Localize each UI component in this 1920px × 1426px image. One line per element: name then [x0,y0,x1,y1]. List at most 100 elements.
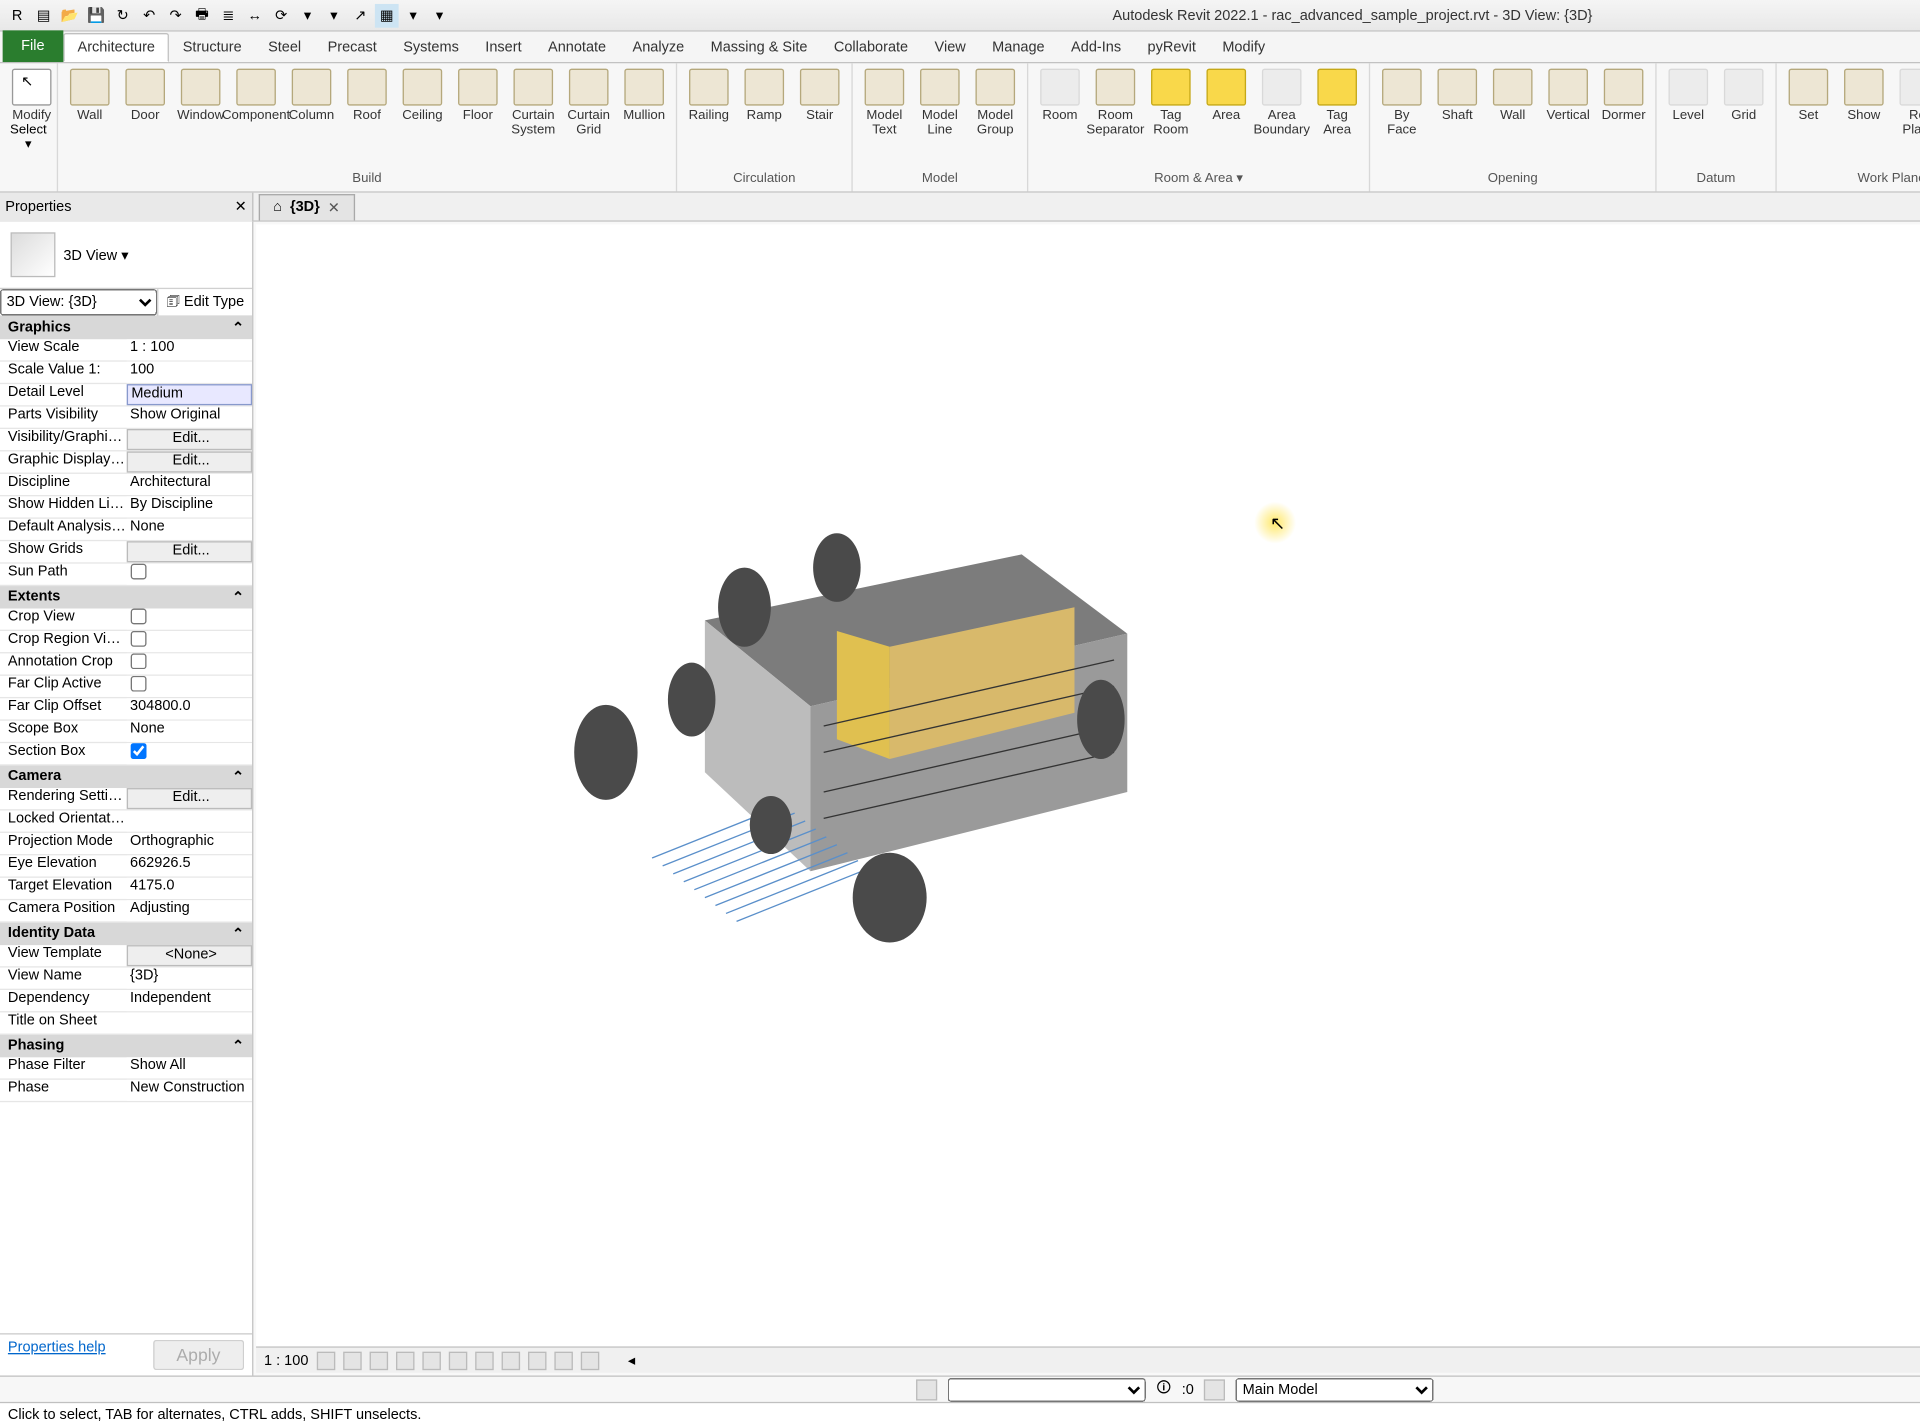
prop-section-graphics[interactable]: Graphics⌃ [0,317,252,339]
ribbon-ceiling[interactable]: Ceiling [396,66,449,170]
prop-section-extents[interactable]: Extents⌃ [0,586,252,608]
prop-row[interactable]: Sun Path [0,564,252,586]
vcb-reveal-icon[interactable] [554,1351,572,1369]
prop-row[interactable]: Phase FilterShow All [0,1057,252,1079]
ribbon-floor[interactable]: Floor [451,66,504,170]
open2-icon[interactable]: 📂 [58,3,82,27]
tab-pyrevit[interactable]: pyRevit [1134,33,1209,62]
sb-workset-icon[interactable] [916,1379,937,1400]
prop-row[interactable]: Section Box [0,743,252,765]
ribbon-component[interactable]: Component [230,66,283,170]
prop-row[interactable]: Detail LevelMedium [0,384,252,406]
qat10-icon[interactable]: ▾ [401,3,425,27]
ribbon-mullion[interactable]: Mullion [618,66,671,170]
prop-row[interactable]: Scope BoxNone [0,721,252,743]
ribbon-ref-plane[interactable]: RefPlane [1893,66,1920,170]
ribbon-tag-area[interactable]: TagArea [1311,66,1364,170]
tab-modify[interactable]: Modify [1209,33,1278,62]
ribbon-curtain-system[interactable]: CurtainSystem [507,66,560,170]
tab-view[interactable]: View [921,33,979,62]
tag-icon[interactable]: ⟳ [269,3,293,27]
tab-precast[interactable]: Precast [314,33,390,62]
prop-row[interactable]: DependencyIndependent [0,990,252,1012]
tab-architecture[interactable]: Architecture [63,33,170,62]
vcb-crop-icon[interactable] [448,1351,466,1369]
ribbon-wall[interactable]: Wall [63,66,116,170]
prop-row[interactable]: Graphic Display Op...Edit... [0,451,252,473]
prop-row[interactable]: Show Hidden LinesBy Discipline [0,496,252,518]
tab-annotate[interactable]: Annotate [535,33,620,62]
prop-section-camera[interactable]: Camera⌃ [0,766,252,788]
ribbon-room-separator[interactable]: RoomSeparator [1089,66,1142,170]
print-icon[interactable]: 🖶 [190,3,214,27]
prop-row[interactable]: View Template<None> [0,945,252,967]
thin-icon[interactable]: ▾ [296,3,320,27]
redo-icon[interactable]: ↷ [164,3,188,27]
qat9-icon[interactable]: ▦ [375,3,399,27]
prop-section-phasing[interactable]: Phasing⌃ [0,1035,252,1057]
dim-icon[interactable]: ↔ [243,3,267,27]
prop-row[interactable]: PhaseNew Construction [0,1080,252,1102]
vcb-shadow-icon[interactable] [396,1351,414,1369]
prop-row[interactable]: Target Elevation4175.0 [0,878,252,900]
vcb-more-icon[interactable] [580,1351,598,1369]
prop-row[interactable]: Crop View [0,609,252,631]
qat11-icon[interactable]: ▾ [428,3,452,27]
prop-row[interactable]: Parts VisibilityShow Original [0,407,252,429]
vcb-crop2-icon[interactable] [475,1351,493,1369]
properties-close-icon[interactable]: ✕ [235,198,247,215]
ribbon-door[interactable]: Door [119,66,172,170]
close-hidden-icon[interactable]: ▾ [322,3,346,27]
file-tab[interactable]: File [3,30,63,62]
switch-icon[interactable]: ↗ [348,3,372,27]
prop-row[interactable]: Show GridsEdit... [0,541,252,563]
edit-type-button[interactable]: 🗊 Edit Type [157,289,252,315]
sb-workset-select[interactable] [948,1377,1146,1401]
scale-label[interactable]: 1 : 100 [264,1352,308,1368]
prop-row[interactable]: Far Clip Offset304800.0 [0,698,252,720]
prop-row[interactable]: View Scale1 : 100 [0,339,252,361]
open-icon[interactable]: ▤ [32,3,56,27]
view-tab-3d[interactable]: ⌂ {3D} ✕ [259,193,355,219]
tab-steel[interactable]: Steel [255,33,315,62]
ribbon-model-group[interactable]: ModelGroup [969,66,1022,170]
ribbon-column[interactable]: Column [285,66,338,170]
sb-design-icon[interactable] [1204,1379,1225,1400]
prop-row[interactable]: Default Analysis Di...None [0,519,252,541]
vcb-style-icon[interactable] [343,1351,361,1369]
tab-systems[interactable]: Systems [390,33,472,62]
app-icon[interactable]: R [5,3,29,27]
tab-analyze[interactable]: Analyze [619,33,697,62]
ribbon-set[interactable]: Set [1782,66,1835,170]
prop-row[interactable]: DisciplineArchitectural [0,474,252,496]
vcb-detail-icon[interactable] [316,1351,334,1369]
sb-model-select[interactable]: Main Model [1236,1377,1434,1401]
prop-row[interactable]: Projection ModeOrthographic [0,833,252,855]
sync-icon[interactable]: ↻ [111,3,135,27]
ribbon-model-line[interactable]: ModelLine [913,66,966,170]
vcb-sun-icon[interactable] [369,1351,387,1369]
sb-sel-icon[interactable]: 🛈 [1156,1377,1171,1402]
ribbon-by-face[interactable]: ByFace [1375,66,1428,170]
view-tab-close-icon[interactable]: ✕ [328,199,340,216]
tab-massing-site[interactable]: Massing & Site [697,33,820,62]
prop-row[interactable]: Title on Sheet [0,1012,252,1034]
properties-type-selector[interactable]: 3D View ▾ [0,222,252,289]
prop-row[interactable]: Crop Region Visible [0,631,252,653]
prop-row[interactable]: Far Clip Active [0,676,252,698]
vcb-render-icon[interactable] [422,1351,440,1369]
prop-row[interactable]: Camera PositionAdjusting [0,900,252,922]
ribbon-ramp[interactable]: Ramp [738,66,791,170]
modify-button[interactable]: ↖ Modify [5,66,58,123]
ribbon-grid[interactable]: Grid [1717,66,1770,170]
instance-selector[interactable]: 3D View: {3D} [0,289,157,315]
prop-row[interactable]: View Name{3D} [0,968,252,990]
ribbon-level[interactable]: Level [1662,66,1715,170]
canvas[interactable]: FRONT RIGHT [253,222,1920,1376]
prop-row[interactable]: Annotation Crop [0,653,252,675]
apply-button[interactable]: Apply [153,1340,245,1370]
prop-row[interactable]: Eye Elevation662926.5 [0,855,252,877]
undo-icon[interactable]: ↶ [137,3,161,27]
properties-help-link[interactable]: Properties help [8,1340,106,1370]
vcb-hide-icon[interactable] [528,1351,546,1369]
